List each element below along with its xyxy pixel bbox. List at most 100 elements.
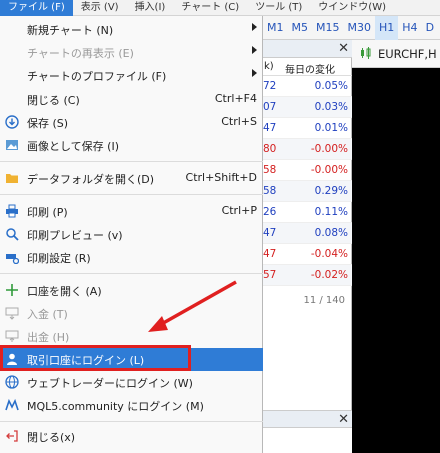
- menu-item-reopen-chart[interactable]: チャートの再表示 (E): [0, 41, 263, 64]
- image-icon: [6, 140, 18, 150]
- shortcut-label: Ctrl+F4: [214, 92, 257, 105]
- market-watch-header: ✕: [263, 40, 352, 58]
- menu-item-save[interactable]: 保存 (S) Ctrl+S: [0, 111, 263, 134]
- bid-partial: 58: [263, 185, 277, 197]
- bottom-panel-header: ✕: [263, 410, 352, 428]
- daily-change: -0.00%: [310, 164, 348, 176]
- menu-item-label: 新規チャート (N): [27, 24, 114, 37]
- shortcut-label: Ctrl+S: [221, 115, 257, 128]
- bid-partial: 47: [263, 122, 277, 134]
- submenu-arrow-icon: [252, 46, 257, 54]
- print-icon: [6, 204, 18, 218]
- menu-item-print-settings[interactable]: 印刷設定 (R): [0, 246, 263, 269]
- timeframe-d[interactable]: D: [422, 16, 438, 40]
- column-header-partial[interactable]: k): [264, 61, 274, 72]
- timeframe-h4[interactable]: H4: [398, 16, 421, 40]
- menu-item-login-mql5[interactable]: MQL5.community にログイン (M): [0, 394, 263, 417]
- symbol-count: 11 / 140: [303, 295, 345, 306]
- menu-item-close[interactable]: 閉じる (C) Ctrl+F4: [0, 88, 263, 111]
- bid-partial: 72: [263, 80, 277, 92]
- menu-item-label: チャートの再表示 (E): [27, 47, 134, 60]
- daily-change: 0.08%: [314, 227, 348, 239]
- chart-window-tab[interactable]: EURCHF,H: [352, 40, 440, 68]
- menu-item-label: 印刷設定 (R): [27, 252, 91, 265]
- menu-file[interactable]: ファイル (F): [0, 0, 73, 16]
- market-watch-row[interactable]: 26 0.11%: [263, 202, 352, 223]
- market-watch-row[interactable]: 07 0.03%: [263, 97, 352, 118]
- globe-icon: [5, 375, 19, 389]
- column-header-daily-change[interactable]: 毎日の変化: [285, 61, 335, 76]
- close-icon[interactable]: ✕: [338, 412, 349, 427]
- timeframe-toolbar: M1 M5 M15 M30 H1 H4 D: [263, 15, 440, 40]
- menu-item-print[interactable]: 印刷 (P) Ctrl+P: [0, 200, 263, 223]
- timeframe-m1[interactable]: M1: [263, 16, 288, 40]
- daily-change: 0.03%: [314, 101, 348, 113]
- menu-item-label: 閉じる (C): [27, 94, 80, 107]
- market-watch-row[interactable]: 58 0.29%: [263, 181, 352, 202]
- menu-item-label: チャートのプロファイル (F): [27, 70, 167, 83]
- deposit-icon: [5, 307, 19, 320]
- timeframe-h1[interactable]: H1: [375, 15, 399, 40]
- market-watch-rows: 72 0.05% 07 0.03% 47 0.01% 80 -0.00% 58 -0.00% 58 0…: [263, 76, 352, 286]
- menu-item-label: データフォルダを開く(D): [27, 173, 155, 186]
- menu-item-label: 口座を開く (A): [27, 285, 102, 298]
- menu-item-profiles[interactable]: チャートのプロファイル (F): [0, 64, 263, 87]
- exit-icon: [6, 430, 18, 442]
- menu-item-exit[interactable]: 閉じる(x): [0, 425, 263, 448]
- daily-change: 0.01%: [314, 122, 348, 134]
- daily-change: 0.29%: [314, 185, 348, 197]
- market-watch-row[interactable]: 80 -0.00%: [263, 139, 352, 160]
- daily-change: -0.02%: [310, 269, 348, 281]
- submenu-arrow-icon: [252, 23, 257, 31]
- bid-partial: 57: [263, 269, 277, 281]
- menu-item-new-chart[interactable]: 新規チャート (N): [0, 18, 263, 41]
- market-watch-columns: k) 毎日の変化: [263, 58, 352, 76]
- menu-bar: ファイル (F) 表示 (V) 挿入(I) チャート (C) ツール (T) ウ…: [0, 0, 440, 16]
- mql5-icon: [5, 398, 19, 411]
- daily-change: 0.11%: [314, 206, 348, 218]
- print-settings-icon: [6, 254, 19, 264]
- timeframe-m15[interactable]: M15: [312, 16, 344, 40]
- menu-item-label: 印刷プレビュー (v): [27, 229, 123, 242]
- bid-partial: 58: [263, 164, 277, 176]
- menu-separator: [0, 421, 263, 422]
- bid-partial: 47: [263, 227, 277, 239]
- market-watch-row[interactable]: 47 0.08%: [263, 223, 352, 244]
- menu-view[interactable]: 表示 (V): [73, 0, 127, 16]
- shortcut-label: Ctrl+P: [221, 204, 257, 217]
- market-watch-row[interactable]: 72 0.05%: [263, 76, 352, 97]
- daily-change: 0.05%: [314, 80, 348, 92]
- file-menu-dropdown: 新規チャート (N) チャートの再表示 (E) チャートのプロファイル (F) …: [0, 16, 263, 453]
- menu-item-label: 保存 (S): [27, 117, 69, 130]
- submenu-arrow-icon: [252, 69, 257, 77]
- chart-title: EURCHF,H: [378, 47, 437, 61]
- bid-partial: 26: [263, 206, 277, 218]
- menu-window[interactable]: ウインドウ(W): [310, 0, 394, 16]
- chart-area[interactable]: [352, 68, 440, 453]
- annotation-arrow-icon: [148, 280, 237, 332]
- bid-partial: 07: [263, 101, 277, 113]
- close-icon[interactable]: ✕: [338, 41, 349, 56]
- menu-chart[interactable]: チャート (C): [173, 0, 247, 16]
- annotation-highlight-box: [0, 345, 191, 371]
- menu-separator: [0, 194, 263, 195]
- market-watch-row[interactable]: 47 -0.04%: [263, 244, 352, 265]
- market-watch-row[interactable]: 47 0.01%: [263, 118, 352, 139]
- menu-insert[interactable]: 挿入(I): [127, 0, 174, 16]
- market-watch-row[interactable]: 57 -0.02%: [263, 265, 352, 286]
- timeframe-m5[interactable]: M5: [288, 16, 313, 40]
- daily-change: -0.04%: [310, 248, 348, 260]
- menu-separator: [0, 161, 263, 162]
- timeframe-m30[interactable]: M30: [344, 16, 376, 40]
- shortcut-label: Ctrl+Shift+D: [185, 171, 257, 184]
- market-watch-row[interactable]: 58 -0.00%: [263, 160, 352, 181]
- menu-item-print-preview[interactable]: 印刷プレビュー (v): [0, 223, 263, 246]
- save-icon: [5, 115, 19, 129]
- menu-item-open-data-folder[interactable]: データフォルダを開く(D) Ctrl+Shift+D: [0, 167, 263, 190]
- bid-partial: 47: [263, 248, 277, 260]
- menu-item-save-as-image[interactable]: 画像として保存 (I): [0, 134, 263, 157]
- menu-tools[interactable]: ツール (T): [247, 0, 310, 16]
- market-watch-panel: ✕ k) 毎日の変化 72 0.05% 07 0.03% 47 0.01% 80 -0.00%…: [263, 40, 352, 410]
- menu-item-label: 入金 (T): [27, 308, 68, 321]
- menu-item-login-webtrader[interactable]: ウェブトレーダーにログイン (W): [0, 371, 263, 394]
